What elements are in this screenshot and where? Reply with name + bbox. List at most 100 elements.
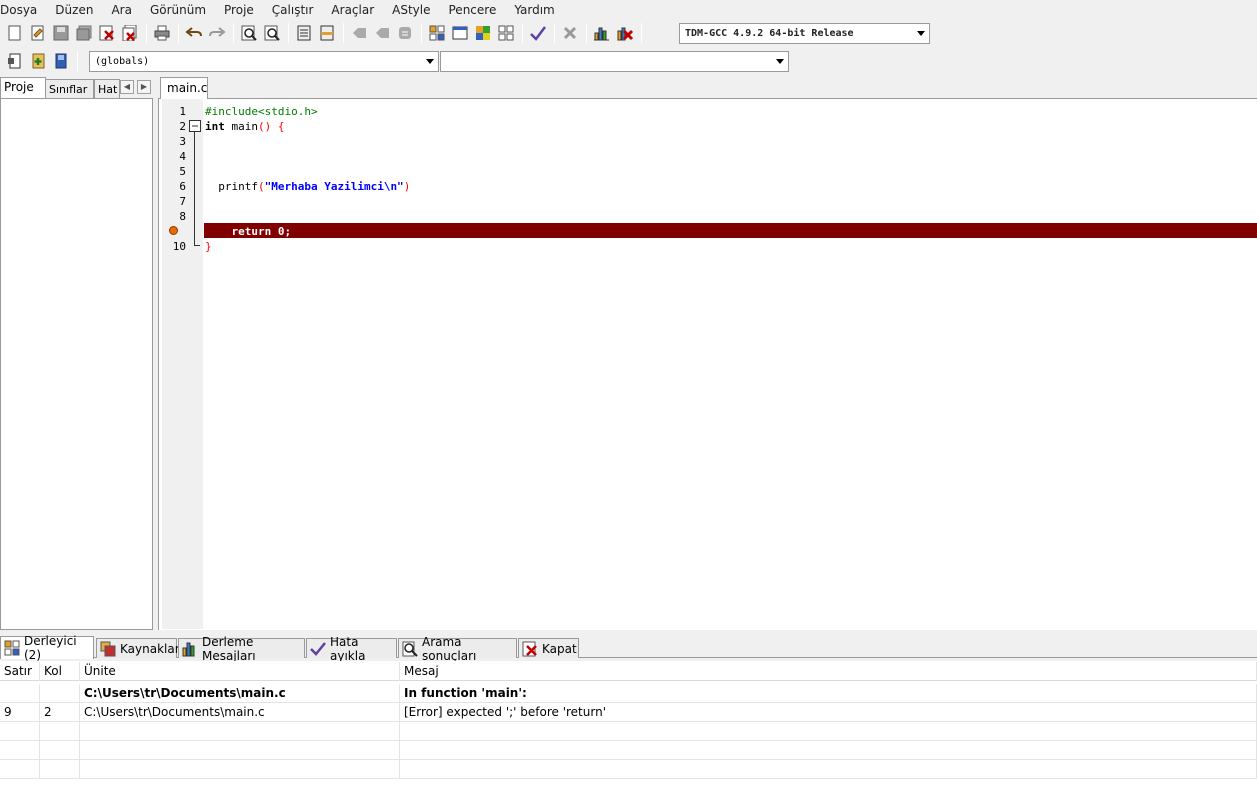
- new-file-icon[interactable]: [4, 22, 26, 44]
- table-cell: [0, 760, 40, 779]
- menu-item-4[interactable]: Proje: [220, 3, 260, 17]
- table-cell: Ünite: [80, 662, 400, 681]
- save-all-icon[interactable]: [73, 22, 95, 44]
- compiler-grid-icon: [4, 640, 20, 656]
- replace-icon[interactable]: [261, 22, 283, 44]
- line-gutter: 1 2 3 4 5 6 7 8 10: [162, 99, 203, 629]
- table-cell: Satır: [0, 662, 40, 681]
- table-cell: [400, 760, 1257, 779]
- code-line: return 0;: [205, 225, 292, 238]
- redo-icon[interactable]: [206, 22, 228, 44]
- menu-item-0[interactable]: Dosya: [0, 3, 43, 17]
- table-cell: [400, 722, 1257, 741]
- line-number: 8: [179, 210, 186, 223]
- menu-item-1[interactable]: Düzen: [51, 3, 99, 17]
- empty-row: [0, 741, 1257, 760]
- menu-item-5[interactable]: Çalıştır: [268, 3, 320, 17]
- bottom-tab-3[interactable]: Hata ayıkla: [306, 635, 397, 663]
- tab-classes[interactable]: Sınıflar: [45, 79, 94, 99]
- compile-run-icon[interactable]: [472, 22, 494, 44]
- syntax-check-icon[interactable]: [527, 22, 549, 44]
- save-icon[interactable]: [50, 22, 72, 44]
- bottom-tab-label: Derleyici (2): [24, 634, 77, 662]
- line-number: 7: [179, 195, 186, 208]
- table-cell: [40, 741, 80, 760]
- main-toolbar: [4, 21, 646, 45]
- compile-log-chart-icon: [182, 641, 198, 657]
- code-line: #include<stdio.h>: [205, 105, 318, 118]
- table-cell: Kol: [40, 662, 80, 681]
- resources-icon: [100, 641, 116, 657]
- bottom-tab-1[interactable]: Kaynaklar: [96, 638, 180, 658]
- table-cell: C:\Users\tr\Documents\main.c: [80, 684, 400, 703]
- bottom-tab-5[interactable]: Kapat: [518, 638, 579, 658]
- tab-debug[interactable]: Hat: [94, 79, 120, 99]
- close-file-icon[interactable]: [96, 22, 118, 44]
- table-cell: [40, 722, 80, 741]
- menu-item-6[interactable]: Araçlar: [327, 3, 380, 17]
- bottom-tab-label: Kapat: [542, 641, 577, 656]
- chevron-down-icon: [776, 59, 784, 64]
- compiler-select[interactable]: TDM-GCC 4.9.2 64-bit Release: [679, 23, 930, 44]
- code-editor[interactable]: 1 2 3 4 5 6 7 8 10 #include<stdio.h> int main() {…: [158, 98, 1257, 630]
- line-number: 2: [179, 120, 186, 133]
- empty-row: [0, 722, 1257, 741]
- menu-item-9[interactable]: Yardım: [510, 3, 560, 17]
- stop-execution-icon[interactable]: [559, 22, 581, 44]
- line-number: 1: [179, 105, 186, 118]
- tab-main-c[interactable]: main.c: [160, 77, 208, 99]
- table-row[interactable]: 9 2 C:\Users\tr\Documents\main.c [Error] ex…: [0, 703, 1257, 722]
- line-number: 5: [179, 165, 186, 178]
- compile-icon[interactable]: [426, 22, 448, 44]
- scope-select[interactable]: (globals): [89, 51, 439, 72]
- tab-main-c-label: main.c: [167, 81, 208, 95]
- rebuild-icon[interactable]: [495, 22, 517, 44]
- menu-item-8[interactable]: Pencere: [445, 3, 503, 17]
- indent-icon[interactable]: [293, 22, 315, 44]
- project-tree-panel: [0, 98, 153, 630]
- table-cell: [0, 741, 40, 760]
- code-line: }: [205, 240, 212, 253]
- unindent-icon[interactable]: [316, 22, 338, 44]
- table-cell: [0, 684, 40, 703]
- insert-icon[interactable]: [4, 50, 26, 72]
- tab-project[interactable]: Proje: [0, 77, 46, 99]
- function-select[interactable]: [440, 51, 789, 72]
- bottom-tab-2[interactable]: Derleme Mesajları: [178, 635, 305, 663]
- close-all-icon[interactable]: [119, 22, 141, 44]
- delete-profile-icon[interactable]: [614, 22, 636, 44]
- run-icon[interactable]: [449, 22, 471, 44]
- bookmark-icon[interactable]: [50, 50, 72, 72]
- bookmark-next-icon[interactable]: [371, 22, 393, 44]
- bottom-tab-0[interactable]: Derleyici (2): [0, 634, 94, 662]
- table-cell: 2: [40, 703, 80, 722]
- bottom-tab-4[interactable]: Arama sonuçları: [398, 635, 517, 663]
- table-cell: [80, 722, 400, 741]
- tab-debug-label: Hat: [98, 83, 118, 96]
- goto-line-icon[interactable]: [394, 22, 416, 44]
- table-row[interactable]: C:\Users\tr\Documents\main.c In function …: [0, 684, 1257, 703]
- line-number: 3: [179, 135, 186, 148]
- table-cell: 9: [0, 703, 40, 722]
- fold-toggle-icon[interactable]: [189, 120, 201, 136]
- tab-scroll-right-icon[interactable]: ▶: [137, 80, 151, 94]
- bottom-tab-label: Derleme Mesajları: [202, 634, 256, 663]
- tab-scroll-left-icon[interactable]: ◀: [120, 80, 134, 94]
- line-number: 10: [172, 240, 186, 253]
- scope-select-value: (globals): [95, 56, 150, 67]
- menu-item-3[interactable]: Görünüm: [146, 3, 212, 17]
- chevron-down-icon: [426, 59, 434, 64]
- fold-end: [194, 245, 200, 246]
- menu-item-7[interactable]: AStyle: [388, 3, 436, 17]
- open-file-icon[interactable]: [27, 22, 49, 44]
- add-to-project-icon[interactable]: [27, 50, 49, 72]
- compiler-select-value: TDM-GCC 4.9.2 64-bit Release: [685, 28, 854, 39]
- menu-item-2[interactable]: Ara: [107, 3, 138, 17]
- undo-icon[interactable]: [183, 22, 205, 44]
- bottom-panel-tabs: Derleyici (2) Kaynaklar Derleme Mesajları H…: [0, 634, 1257, 663]
- bookmark-prev-icon[interactable]: [348, 22, 370, 44]
- table-cell: Mesaj: [400, 662, 1257, 681]
- print-icon[interactable]: [151, 22, 173, 44]
- profile-chart-icon[interactable]: [591, 22, 613, 44]
- find-icon[interactable]: [238, 22, 260, 44]
